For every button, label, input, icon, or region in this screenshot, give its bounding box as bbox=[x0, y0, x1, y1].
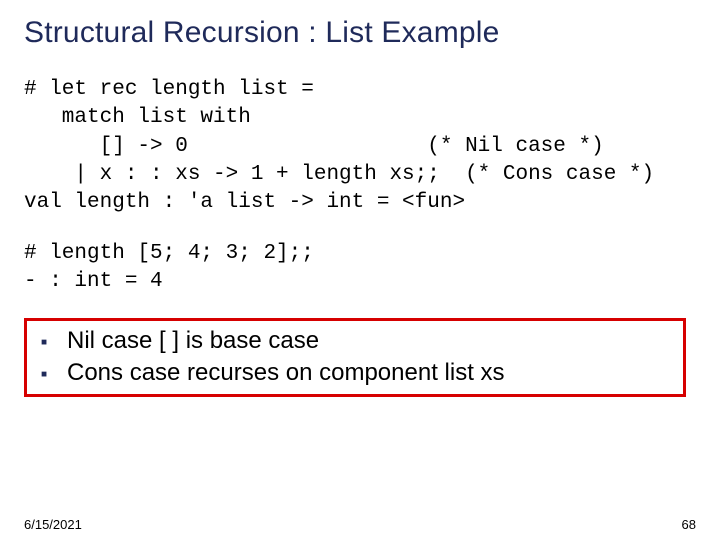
slide: Structural Recursion : List Example # le… bbox=[0, 0, 720, 540]
footer: 6/15/2021 68 bbox=[24, 517, 696, 532]
bullet-icon: ■ bbox=[41, 368, 59, 381]
list-item: ■ Nil case [ ] is base case bbox=[35, 325, 675, 356]
code-block-2: # length [5; 4; 3; 2];; - : int = 4 bbox=[24, 240, 696, 297]
page-title: Structural Recursion : List Example bbox=[24, 16, 696, 50]
list-item: ■ Cons case recurses on component list x… bbox=[35, 357, 675, 388]
bullet-text: Nil case [ ] is base case bbox=[67, 325, 319, 356]
callout-box: ■ Nil case [ ] is base case ■ Cons case … bbox=[24, 318, 686, 396]
code-block-1: # let rec length list = match list with … bbox=[24, 76, 696, 218]
bullet-icon: ■ bbox=[41, 336, 59, 349]
page-number: 68 bbox=[682, 517, 696, 532]
footer-date: 6/15/2021 bbox=[24, 517, 82, 532]
bullet-text: Cons case recurses on component list xs bbox=[67, 357, 505, 388]
